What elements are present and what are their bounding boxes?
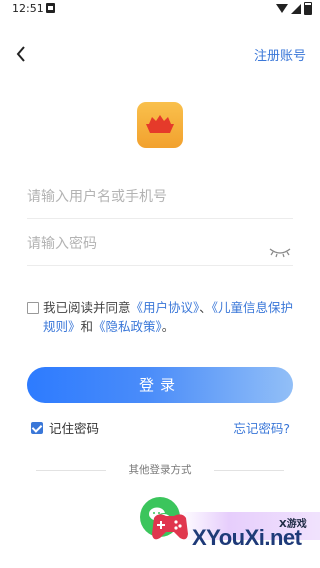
privacy-policy-link[interactable]: 《隐私政策》 [93,319,162,334]
status-icons [276,2,312,15]
register-link[interactable]: 注册账号 [254,45,306,64]
username-input[interactable] [27,182,257,212]
agreement-text: 我已阅读并同意《用户协议》、《儿童信息保护规则》和《隐私政策》。 [27,298,297,336]
battery-icon [304,2,312,15]
game-controller-icon [152,514,188,540]
password-field [27,229,293,266]
user-agreement-link[interactable]: 《用户协议》 [131,300,200,315]
forgot-password-link[interactable]: 忘记密码? [233,418,290,437]
status-bar: 12:51 [0,0,320,18]
other-login-label: 其他登录方式 [128,464,192,476]
agreement-checkbox[interactable] [27,302,39,314]
agreement-row: 我已阅读并同意《用户协议》、《儿童信息保护规则》和《隐私政策》。 [27,298,297,336]
watermark: XYouXi.net X游戏 [150,500,320,560]
cellular-icon [291,3,301,14]
status-time: 12:51 [12,2,44,15]
watermark-small-text: X游戏 [279,519,307,530]
back-button[interactable] [12,44,32,64]
agreement-sep2: 和 [80,319,94,334]
eye-closed-icon [269,248,291,258]
agreement-prefix: 我已阅读并同意 [43,300,131,315]
back-arrow-icon [16,46,25,62]
remember-label: 记住密码 [49,421,100,436]
checkbox-checked-icon[interactable] [31,421,43,434]
agreement-sep1: 、 [199,300,212,315]
app-logo-icon [137,102,183,148]
agreement-suffix: 。 [161,319,175,334]
show-password-toggle[interactable] [269,243,291,258]
notification-icon [46,3,55,13]
password-input[interactable] [27,229,257,259]
wifi-icon [276,4,288,13]
remember-password[interactable]: 记住密码 [31,418,99,437]
username-field [27,182,293,219]
login-button[interactable]: 登录 [27,367,293,403]
